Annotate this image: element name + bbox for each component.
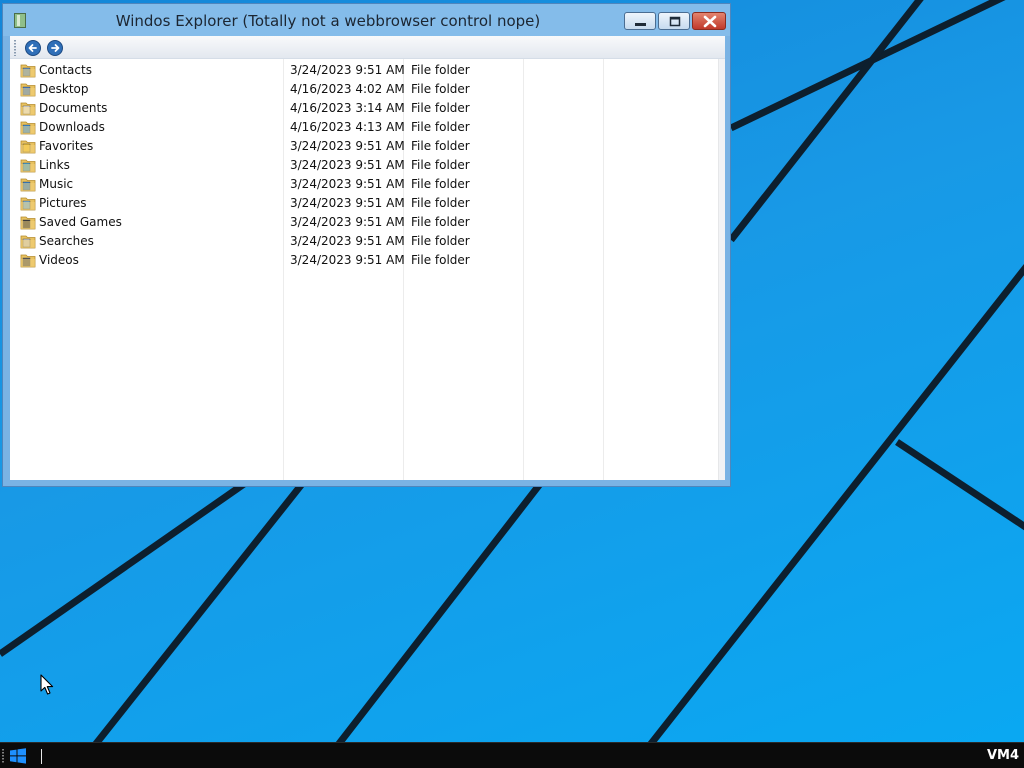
saved-games-folder-icon [20, 216, 36, 230]
file-name: Contacts [39, 63, 92, 77]
navigation-toolbar [10, 36, 725, 59]
file-date-modified: 3/24/2023 9:51 AM [290, 234, 405, 248]
file-row[interactable]: Documents 4/16/2023 3:14 AM File folder [10, 99, 718, 118]
title-bar[interactable]: Windos Explorer (Totally not a webbrowse… [3, 4, 730, 36]
file-row[interactable]: Desktop 4/16/2023 4:02 AM File folder [10, 80, 718, 99]
file-type: File folder [411, 101, 470, 115]
contacts-folder-icon [20, 64, 36, 78]
file-row[interactable]: Contacts 3/24/2023 9:51 AM File folder [10, 61, 718, 80]
file-row[interactable]: Pictures 3/24/2023 9:51 AM File folder [10, 194, 718, 213]
file-row[interactable]: Favorites 3/24/2023 9:51 AM File folder [10, 137, 718, 156]
taskbar-grip[interactable] [2, 749, 4, 763]
file-row[interactable]: Links 3/24/2023 9:51 AM File folder [10, 156, 718, 175]
file-name: Downloads [39, 120, 105, 134]
mouse-pointer-icon [40, 674, 54, 695]
file-row[interactable]: Videos 3/24/2023 9:51 AM File folder [10, 251, 718, 270]
file-row[interactable]: Saved Games 3/24/2023 9:51 AM File folder [10, 213, 718, 232]
file-date-modified: 3/24/2023 9:51 AM [290, 139, 405, 153]
file-type: File folder [411, 196, 470, 210]
file-name: Favorites [39, 139, 94, 153]
forward-arrow-icon[interactable] [47, 40, 63, 56]
file-row[interactable]: Searches 3/24/2023 9:51 AM File folder [10, 232, 718, 251]
music-folder-icon [20, 178, 36, 192]
file-date-modified: 3/24/2023 9:51 AM [290, 63, 405, 77]
file-name: Music [39, 177, 74, 191]
searches-folder-icon [20, 235, 36, 249]
file-date-modified: 3/24/2023 9:51 AM [290, 158, 405, 172]
file-name: Pictures [39, 196, 87, 210]
file-type: File folder [411, 158, 470, 172]
file-date-modified: 4/16/2023 4:13 AM [290, 120, 405, 134]
desktop-folder-icon [20, 83, 36, 97]
documents-folder-icon [20, 102, 36, 116]
file-row[interactable]: Downloads 4/16/2023 4:13 AM File folder [10, 118, 718, 137]
file-type: File folder [411, 82, 470, 96]
window-title: Windos Explorer (Totally not a webbrowse… [115, 12, 541, 30]
file-type: File folder [411, 253, 470, 267]
file-name: Videos [39, 253, 79, 267]
windows-logo-icon[interactable] [9, 748, 27, 764]
explorer-window[interactable]: Windos Explorer (Totally not a webbrowse… [2, 3, 731, 487]
file-date-modified: 3/24/2023 9:51 AM [290, 253, 405, 267]
minimize-button[interactable] [624, 12, 656, 30]
toolbar-grip[interactable] [14, 40, 16, 56]
downloads-folder-icon [20, 121, 36, 135]
file-name: Desktop [39, 82, 89, 96]
videos-folder-icon [20, 254, 36, 268]
file-date-modified: 3/24/2023 9:51 AM [290, 196, 405, 210]
restore-icon [669, 16, 681, 27]
file-name: Documents [39, 101, 108, 115]
taskbar-text-caret [41, 749, 42, 764]
file-date-modified: 4/16/2023 4:02 AM [290, 82, 405, 96]
file-name: Searches [39, 234, 94, 248]
file-name: Links [39, 158, 70, 172]
restore-button[interactable] [658, 12, 690, 30]
back-arrow-icon[interactable] [25, 40, 41, 56]
pictures-folder-icon [20, 197, 36, 211]
file-name: Saved Games [39, 215, 122, 229]
machine-label: VM4 [986, 748, 1019, 763]
minimize-icon [635, 23, 646, 26]
links-folder-icon [20, 159, 36, 173]
file-row[interactable]: Music 3/24/2023 9:51 AM File folder [10, 175, 718, 194]
close-icon [703, 15, 717, 28]
file-date-modified: 4/16/2023 3:14 AM [290, 101, 405, 115]
file-type: File folder [411, 63, 470, 77]
favorites-folder-icon [20, 140, 36, 154]
file-list[interactable]: Contacts 3/24/2023 9:51 AM File folder Desk… [10, 59, 725, 480]
file-type: File folder [411, 234, 470, 248]
file-date-modified: 3/24/2023 9:51 AM [290, 215, 405, 229]
vertical-scrollbar[interactable] [718, 59, 725, 480]
file-type: File folder [411, 177, 470, 191]
taskbar: VM4 [0, 742, 1024, 768]
file-type: File folder [411, 120, 470, 134]
file-type: File folder [411, 215, 470, 229]
close-button[interactable] [692, 12, 726, 30]
file-date-modified: 3/24/2023 9:51 AM [290, 177, 405, 191]
file-type: File folder [411, 139, 470, 153]
